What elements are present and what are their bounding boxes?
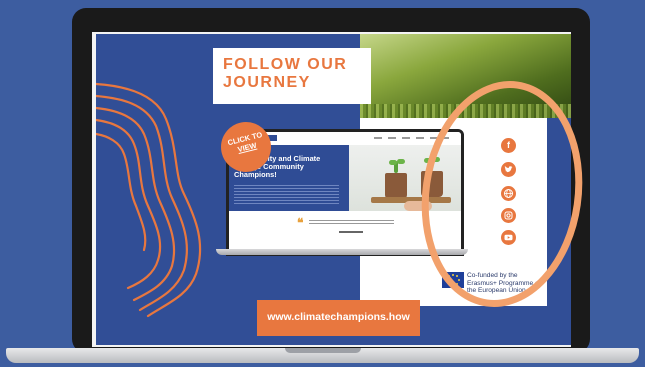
highlight-circle bbox=[421, 81, 583, 307]
